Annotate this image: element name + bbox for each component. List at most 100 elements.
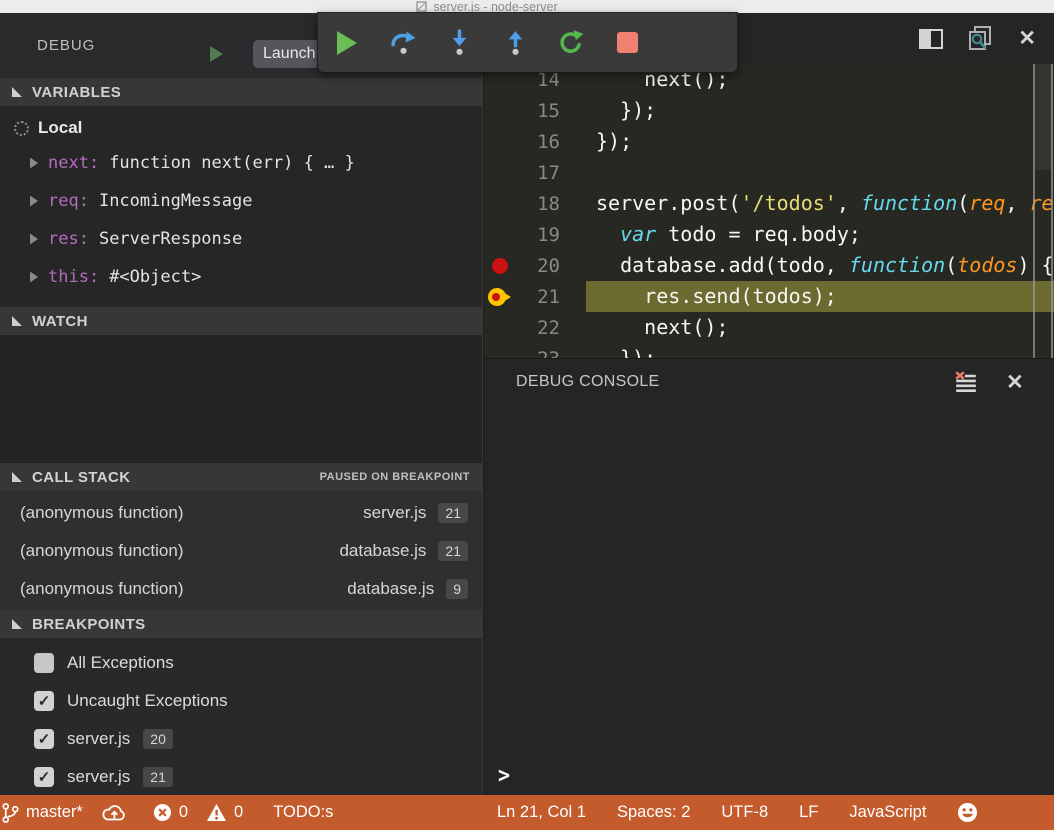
breakpoint-checkbox[interactable] xyxy=(34,729,54,749)
stop-button[interactable] xyxy=(613,23,641,63)
breakpoint-checkbox[interactable] xyxy=(34,691,54,711)
frame-file: database.js xyxy=(339,541,426,561)
scrollbar-thumb[interactable] xyxy=(1035,64,1051,170)
smiley-icon[interactable] xyxy=(957,802,978,823)
code-text[interactable]: var todo = req.body; xyxy=(586,219,1054,250)
encoding[interactable]: UTF-8 xyxy=(721,803,768,822)
debug-console-panel: DEBUG CONSOLE ✕ > xyxy=(484,358,1054,795)
scrollbar-track-line xyxy=(1033,64,1035,358)
expand-icon[interactable] xyxy=(30,272,38,283)
indentation[interactable]: Spaces: 2 xyxy=(617,803,690,822)
gutter[interactable] xyxy=(488,318,518,338)
gutter[interactable] xyxy=(488,225,518,245)
warnings-item[interactable]: 0 xyxy=(206,803,243,822)
stack-frame-row[interactable]: (anonymous function) server.js 21 xyxy=(0,494,482,532)
frame-file: database.js xyxy=(347,579,434,599)
todo-item[interactable]: TODO:s xyxy=(273,803,333,822)
git-branch-item[interactable]: master* xyxy=(2,802,83,824)
debug-toolbar xyxy=(318,13,737,72)
breakpoint-row[interactable]: All Exceptions xyxy=(0,644,482,682)
expand-icon[interactable] xyxy=(30,234,38,245)
call-stack-section-header[interactable]: CALL STACK PAUSED ON BREAKPOINT xyxy=(0,463,482,491)
gutter[interactable] xyxy=(488,101,518,121)
stack-frame-row[interactable]: (anonymous function) database.js 9 xyxy=(0,570,482,608)
breakpoint-checkbox[interactable] xyxy=(34,767,54,787)
clear-console-icon[interactable] xyxy=(954,371,978,393)
code-line[interactable]: 22 next(); xyxy=(484,312,1054,343)
step-into-button[interactable] xyxy=(445,23,473,63)
scope-row[interactable]: Local xyxy=(0,112,482,144)
variable-name: this: xyxy=(48,267,99,287)
step-out-button[interactable] xyxy=(501,23,529,63)
breakpoint-row[interactable]: Uncaught Exceptions xyxy=(0,682,482,720)
variables-body: Local next: function next(err) { … } req… xyxy=(0,106,482,307)
code-line[interactable]: 18server.post('/todos', function(req, re… xyxy=(484,188,1054,219)
window-titlebar: server.js - node-server xyxy=(0,0,1054,13)
code-editor[interactable]: 14 next();15 });16});1718server.post('/t… xyxy=(484,64,1054,358)
line-number: 23 xyxy=(518,348,560,359)
error-icon xyxy=(153,803,172,822)
code-text[interactable]: }); xyxy=(586,95,1054,126)
gutter[interactable] xyxy=(488,132,518,152)
call-stack-title: CALL STACK xyxy=(32,469,130,486)
git-branch-icon xyxy=(2,802,19,824)
code-line[interactable]: 21 res.send(todos); xyxy=(484,281,1054,312)
breakpoints-section-header[interactable]: BREAKPOINTS xyxy=(0,610,482,638)
step-over-button[interactable] xyxy=(389,23,417,63)
cursor-position[interactable]: Ln 21, Col 1 xyxy=(497,803,586,822)
watch-title: WATCH xyxy=(32,313,88,330)
breakpoint-checkbox[interactable] xyxy=(34,653,54,673)
breakpoint-row[interactable]: server.js 20 xyxy=(0,720,482,758)
variable-name: req: xyxy=(48,191,89,211)
code-text[interactable]: next(); xyxy=(586,312,1054,343)
code-line[interactable]: 20 database.add(todo, function(todos) { xyxy=(484,250,1054,281)
console-prompt[interactable]: > xyxy=(498,762,510,788)
code-text[interactable]: }); xyxy=(586,343,1054,358)
gutter[interactable] xyxy=(488,163,518,183)
variable-row[interactable]: this: #<Object> xyxy=(0,258,482,296)
sync-item[interactable] xyxy=(101,803,127,823)
code-text[interactable]: server.post('/todos', function(req, res)… xyxy=(586,188,1054,219)
stack-frame-row[interactable]: (anonymous function) database.js 21 xyxy=(0,532,482,570)
close-editor-icon[interactable]: ✕ xyxy=(1018,28,1036,49)
start-debug-icon[interactable] xyxy=(210,46,223,62)
code-line[interactable]: 16}); xyxy=(484,126,1054,157)
code-text[interactable]: }); xyxy=(586,126,1054,157)
variables-section-header[interactable]: VARIABLES xyxy=(0,78,482,106)
code-text[interactable] xyxy=(586,157,1054,188)
variable-row[interactable]: next: function next(err) { … } xyxy=(0,144,482,182)
paused-icon[interactable] xyxy=(488,287,518,307)
collapse-icon xyxy=(12,316,22,326)
variable-value: #<Object> xyxy=(109,267,201,287)
todo-label: TODO:s xyxy=(273,803,333,822)
watch-section-header[interactable]: WATCH xyxy=(0,307,482,335)
variable-row[interactable]: res: ServerResponse xyxy=(0,220,482,258)
variable-row[interactable]: req: IncomingMessage xyxy=(0,182,482,220)
close-console-icon[interactable]: ✕ xyxy=(1006,372,1024,393)
expand-icon[interactable] xyxy=(30,158,38,169)
breakpoint-line-badge: 21 xyxy=(143,767,173,787)
eol-sequence[interactable]: LF xyxy=(799,803,818,822)
gutter[interactable] xyxy=(488,194,518,214)
gutter[interactable] xyxy=(488,349,518,359)
launch-config-dropdown[interactable]: Launch xyxy=(253,40,320,68)
restart-button[interactable] xyxy=(557,23,585,63)
code-line[interactable]: 23 }); xyxy=(484,343,1054,358)
breakpoints-title: BREAKPOINTS xyxy=(32,616,146,633)
code-line[interactable]: 19 var todo = req.body; xyxy=(484,219,1054,250)
code-text[interactable]: database.add(todo, function(todos) { xyxy=(586,250,1054,281)
expand-icon[interactable] xyxy=(30,196,38,207)
open-preview-icon[interactable] xyxy=(967,25,994,52)
continue-button[interactable] xyxy=(333,23,361,63)
code-line[interactable]: 17 xyxy=(484,157,1054,188)
errors-item[interactable]: 0 xyxy=(153,803,188,822)
language-mode[interactable]: JavaScript xyxy=(849,803,926,822)
breakpoint-row[interactable]: server.js 21 xyxy=(0,758,482,795)
code-line[interactable]: 15 }); xyxy=(484,95,1054,126)
breakpoint-icon[interactable] xyxy=(488,256,518,276)
gutter[interactable] xyxy=(488,70,518,90)
code-text[interactable]: res.send(todos); xyxy=(586,281,1054,312)
split-editor-icon[interactable] xyxy=(919,29,943,49)
debug-console-header: DEBUG CONSOLE ✕ xyxy=(484,359,1054,405)
collapse-icon xyxy=(12,619,22,629)
